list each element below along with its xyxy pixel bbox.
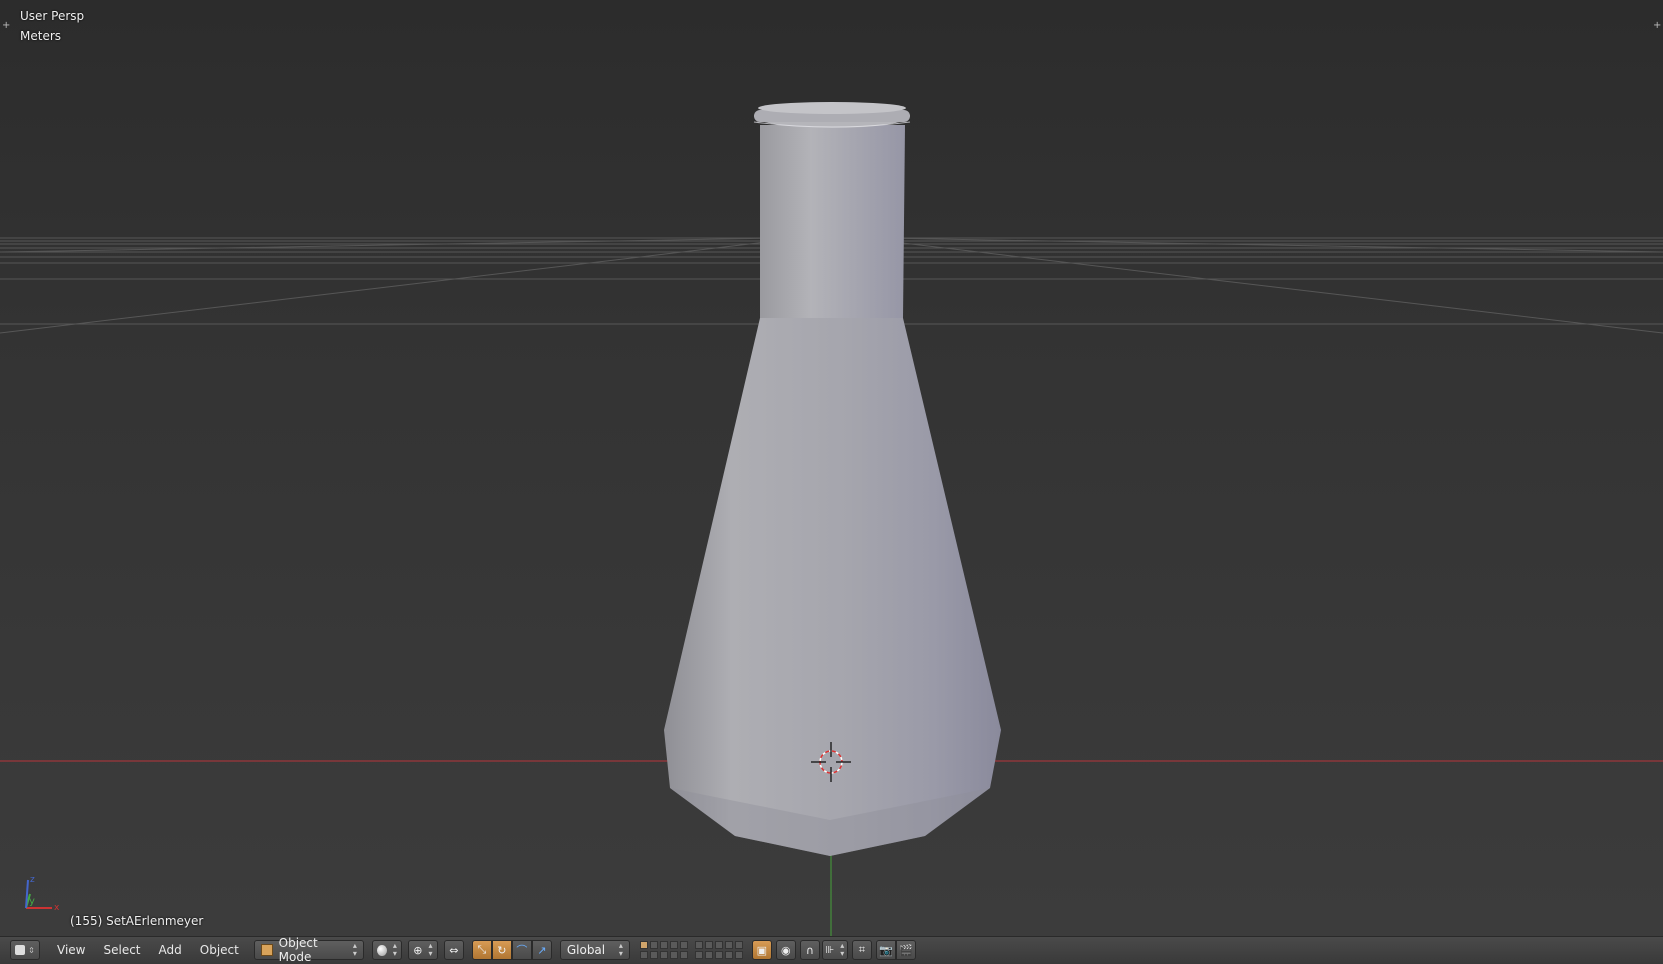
3d-view-icon: [15, 945, 26, 955]
layer-button[interactable]: [734, 940, 743, 949]
rotate-icon: ↻: [497, 943, 507, 957]
layer-button[interactable]: [704, 940, 713, 949]
layer-lock-button[interactable]: ▣: [751, 940, 772, 960]
axis-gizmo-icon: x y z: [25, 875, 60, 913]
svg-text:y: y: [29, 896, 35, 907]
scale-icon: ↗: [537, 943, 547, 957]
layer-button[interactable]: [659, 950, 668, 959]
layer-button[interactable]: [694, 940, 703, 949]
proportional-edit-icon: ◉: [781, 943, 791, 957]
editor-type-button[interactable]: ⇕: [10, 940, 40, 960]
proportional-edit-button[interactable]: ◉: [775, 940, 796, 960]
menu-add[interactable]: Add: [150, 940, 191, 960]
layer-grid-b[interactable]: [694, 940, 744, 960]
manipulator-toggle[interactable]: ⇔: [443, 940, 464, 960]
layer-button[interactable]: [694, 950, 703, 959]
interaction-mode-label: Object Mode: [278, 936, 318, 964]
units-label: Meters: [20, 29, 62, 43]
render-opengl-button[interactable]: 📷: [875, 940, 896, 960]
layer-button[interactable]: [659, 940, 668, 949]
3d-viewport[interactable]: x y z User Persp Meters (155) SetAErlenm…: [0, 0, 1663, 936]
view-name-label: User Persp: [20, 9, 85, 23]
layer-button[interactable]: [649, 950, 658, 959]
orientation-label: Global: [566, 943, 606, 957]
layer-button[interactable]: [669, 940, 678, 949]
layer-button[interactable]: [724, 940, 733, 949]
object-mode-icon: [260, 944, 273, 956]
translate-manipulator-button[interactable]: ⤡: [471, 940, 492, 960]
layer-button[interactable]: [649, 940, 658, 949]
chevron-updown-icon: ⇕: [28, 945, 35, 955]
chevron-updown-icon: ▴ ▾: [428, 941, 433, 958]
render-animation-icon: 🎬: [898, 943, 913, 957]
transform-orientation-dropdown[interactable]: Global ▴ ▾: [559, 940, 630, 960]
manipulator-icon: ⇔: [449, 943, 459, 957]
active-object-info: (155) SetAErlenmeyer: [70, 914, 204, 928]
snap-magnet-icon: ∩: [805, 943, 814, 957]
layer-button[interactable]: [679, 940, 688, 949]
layer-button[interactable]: [639, 950, 648, 959]
snap-toggle-button[interactable]: ∩: [799, 940, 820, 960]
scene-canvas[interactable]: x y z: [0, 0, 1663, 936]
layer-button[interactable]: [724, 950, 733, 959]
translate-icon: ⤡: [477, 943, 487, 956]
layer-button[interactable]: [734, 950, 743, 959]
menu-select[interactable]: Select: [94, 940, 149, 960]
area-split-handle-icon[interactable]: +: [2, 21, 10, 31]
3d-view-header: ⇕ View Select Add Object Object Mode ▴ ▾ …: [0, 936, 1663, 964]
viewport-shading-dropdown[interactable]: ▴ ▾: [371, 940, 402, 960]
render-camera-icon: 📷: [878, 943, 893, 957]
layer-button[interactable]: [639, 940, 648, 949]
rotate-manipulator-button[interactable]: ↻: [491, 940, 512, 960]
snap-grid-icon: ⌗: [858, 943, 865, 956]
layer-lock-icon: ▣: [756, 943, 768, 957]
curve-icon: ⌒: [516, 944, 528, 957]
pivot-point-icon: ⊕: [413, 943, 423, 957]
scale-manipulator-button[interactable]: ⌒: [511, 940, 532, 960]
svg-text:x: x: [54, 903, 60, 913]
layer-grid-a[interactable]: [639, 940, 689, 960]
layer-button[interactable]: [714, 950, 723, 959]
chevron-updown-icon: ▴ ▾: [352, 941, 357, 958]
svg-text:z: z: [30, 875, 35, 885]
snap-target-button[interactable]: ⌗: [851, 940, 872, 960]
chevron-updown-icon: ▴ ▾: [392, 941, 397, 958]
snap-element-dropdown[interactable]: ⊪ ▴ ▾: [821, 940, 848, 960]
layer-button[interactable]: [669, 950, 678, 959]
menu-object[interactable]: Object: [191, 940, 248, 960]
interaction-mode-dropdown[interactable]: Object Mode ▴ ▾: [253, 936, 364, 964]
snap-target-icon: ⊪: [825, 944, 835, 956]
menu-view[interactable]: View: [48, 940, 94, 960]
solid-sphere-icon: [376, 944, 387, 956]
layer-button[interactable]: [704, 950, 713, 959]
erlenmeyer-flask-object[interactable]: [664, 102, 1001, 856]
pivot-point-dropdown[interactable]: ⊕ ▴ ▾: [407, 940, 438, 960]
layer-button[interactable]: [679, 950, 688, 959]
chevron-updown-icon: ▴ ▾: [840, 941, 845, 958]
scale-arrow-button[interactable]: ↗: [531, 940, 552, 960]
render-animation-button[interactable]: 🎬: [895, 940, 916, 960]
layer-button[interactable]: [714, 940, 723, 949]
area-split-handle-icon[interactable]: +: [1653, 21, 1661, 31]
chevron-updown-icon: ▴ ▾: [618, 941, 623, 958]
